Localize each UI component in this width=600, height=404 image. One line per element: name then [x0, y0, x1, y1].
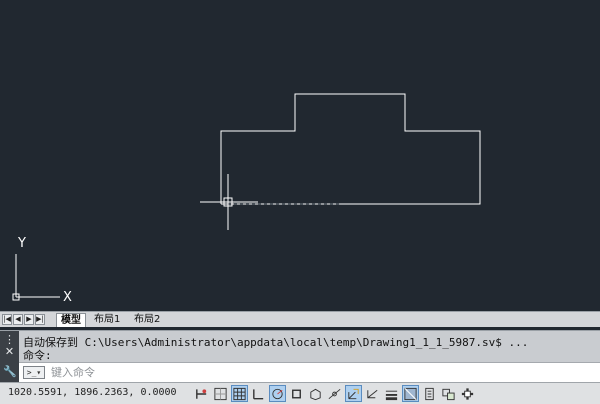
dynamic-input-toggle[interactable]	[364, 385, 381, 402]
command-input[interactable]	[51, 365, 591, 380]
layout-tab-bar: |◀ ◀ ▶ ▶| 模型 布局1 布局2	[0, 311, 600, 327]
selection-cycling-toggle[interactable]	[440, 385, 457, 402]
polar-tracking-icon	[272, 388, 283, 399]
object-snap-icon	[292, 389, 301, 398]
prev-tab-button[interactable]: ◀	[13, 314, 23, 325]
ortho-mode-toggle[interactable]	[250, 385, 267, 402]
dynamic-ucs-toggle[interactable]	[345, 385, 362, 402]
infer-constraints-toggle[interactable]	[193, 385, 210, 402]
transparency-icon	[404, 387, 417, 400]
3d-object-snap-toggle[interactable]	[307, 385, 324, 402]
first-tab-button[interactable]: |◀	[2, 314, 12, 325]
infer-constraints-icon	[196, 388, 207, 399]
crosshair-cursor	[200, 174, 258, 230]
grid-display-icon	[233, 387, 246, 400]
snap-mode-icon	[214, 387, 227, 400]
object-snap-tracking-icon	[328, 388, 341, 399]
tab-model[interactable]: 模型	[56, 313, 86, 327]
grid-display-toggle[interactable]	[231, 385, 248, 402]
dynamic-ucs-icon	[348, 388, 359, 399]
snap-mode-toggle[interactable]	[212, 385, 229, 402]
quick-properties-icon	[425, 387, 434, 400]
command-window: ⋮ ✕ 🔧 自动保存到 C:\Users\Administrator\appda…	[0, 330, 600, 382]
coordinate-readout[interactable]: 1020.5591, 1896.2363, 0.0000	[8, 387, 177, 398]
ucs-x-label: X	[63, 290, 72, 305]
wrench-icon[interactable]: 🔧	[3, 365, 17, 378]
status-bar: 1020.5591, 1896.2363, 0.0000	[0, 382, 600, 404]
ortho-mode-icon	[253, 388, 264, 399]
tab-layout1[interactable]: 布局1	[90, 313, 124, 327]
command-input-row: >_▾	[19, 362, 600, 382]
lineweight-icon	[385, 390, 398, 400]
command-history-line: 命令:	[23, 349, 52, 362]
annotation-monitor-toggle[interactable]	[459, 385, 476, 402]
last-tab-button[interactable]: ▶|	[35, 314, 45, 325]
command-window-handle[interactable]: ⋮ ✕ 🔧	[0, 331, 19, 382]
command-prompt-icon[interactable]: >_▾	[23, 366, 45, 379]
lineweight-toggle[interactable]	[383, 385, 400, 402]
quick-properties-toggle[interactable]	[421, 385, 438, 402]
close-icon[interactable]: ✕	[3, 345, 16, 358]
object-snap-tracking-toggle[interactable]	[326, 385, 343, 402]
drawing-canvas[interactable]: Y X	[0, 0, 600, 311]
ucs-icon: Y X	[12, 236, 72, 305]
polar-tracking-toggle[interactable]	[269, 385, 286, 402]
transparency-toggle[interactable]	[402, 385, 419, 402]
next-tab-button[interactable]: ▶	[24, 314, 34, 325]
drawing-svg: Y X	[12, 93, 481, 305]
ucs-y-label: Y	[17, 236, 26, 251]
dynamic-input-icon	[367, 389, 378, 398]
object-snap-toggle[interactable]	[288, 385, 305, 402]
command-history-line: 自动保存到 C:\Users\Administrator\appdata\loc…	[23, 336, 529, 349]
tab-layout2[interactable]: 布局2	[130, 313, 164, 327]
selection-cycling-icon	[442, 388, 455, 400]
3d-object-snap-icon	[310, 388, 321, 400]
drawn-polyline[interactable]	[220, 93, 481, 205]
annotation-monitor-icon	[461, 387, 474, 400]
